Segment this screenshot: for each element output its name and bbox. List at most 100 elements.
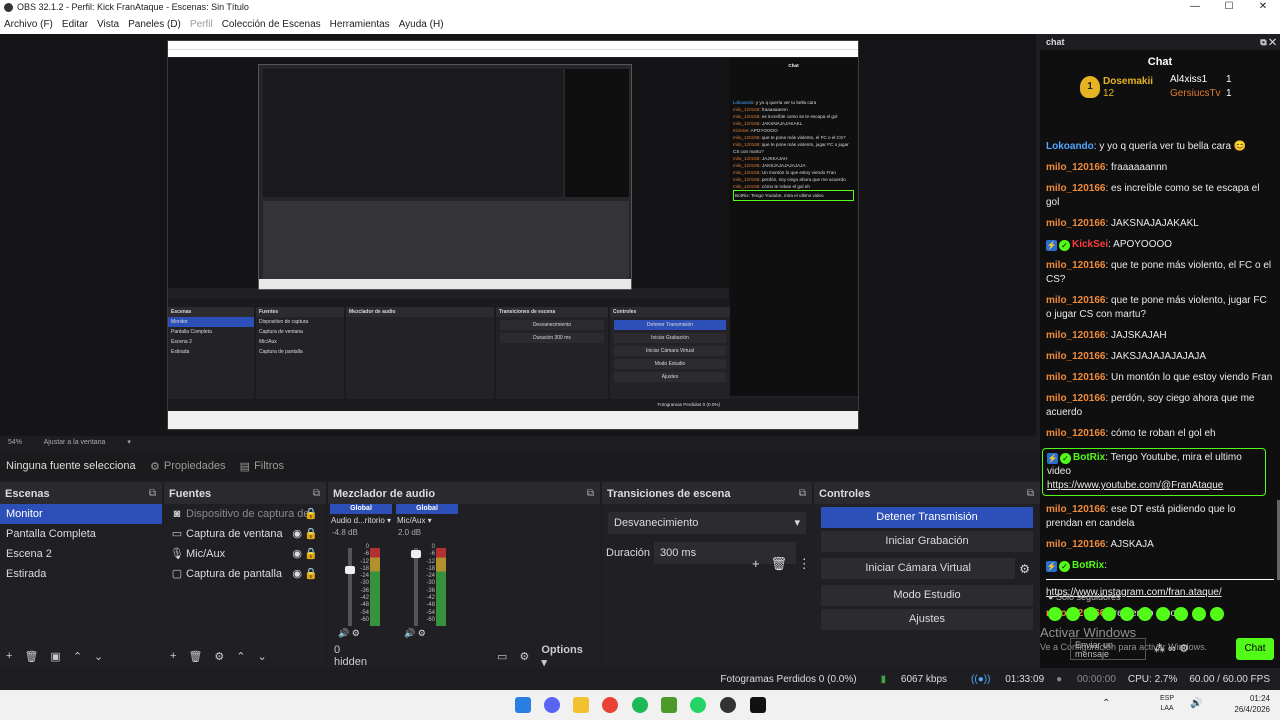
- emote-icon[interactable]: [1174, 607, 1188, 621]
- whatsapp-icon[interactable]: [690, 697, 706, 713]
- speaker-icon[interactable]: 🔊: [338, 628, 349, 638]
- lock-icon[interactable]: 🔒: [304, 524, 318, 544]
- maximize-button[interactable]: ☐: [1212, 0, 1246, 14]
- add-scene-button[interactable]: +: [6, 650, 12, 662]
- leader-name[interactable]: GersiucsTv: [1170, 88, 1221, 99]
- speaker-icon[interactable]: 🔊: [404, 628, 415, 638]
- filter-icon[interactable]: ▣: [50, 650, 60, 663]
- language-indicator[interactable]: ESP LAA: [1160, 694, 1174, 714]
- chat-username[interactable]: BotRix: [1073, 452, 1105, 463]
- chat-username[interactable]: milo_120166: [1046, 183, 1106, 194]
- menu-herramientas[interactable]: Herramientas: [330, 19, 390, 30]
- emote-icon[interactable]: [1102, 607, 1116, 621]
- minimize-button[interactable]: —: [1178, 0, 1212, 14]
- options-button[interactable]: Options ▾: [541, 644, 595, 669]
- menu-editar[interactable]: Editar: [62, 19, 88, 30]
- obs-icon[interactable]: [720, 697, 736, 713]
- eye-icon[interactable]: ◉: [292, 564, 302, 584]
- chat-username[interactable]: BotRix: [1072, 560, 1104, 571]
- gear-icon[interactable]: ⚙: [352, 628, 360, 638]
- emote-icon[interactable]: [1138, 607, 1152, 621]
- stop-streaming-button[interactable]: Detener Transmisión: [821, 507, 1033, 528]
- source-item-capture-device[interactable]: ◙ Dispositivo de captura de 🔒: [164, 504, 326, 524]
- emote-icon[interactable]: [1084, 607, 1098, 621]
- emote-icon[interactable]: [1048, 607, 1062, 621]
- channel-name[interactable]: Mic/Aux ▾: [396, 514, 458, 528]
- eye-icon[interactable]: ◉: [292, 524, 302, 544]
- properties-button[interactable]: ⚙ Propiedades: [150, 460, 226, 473]
- chat-username[interactable]: milo_120166: [1046, 295, 1106, 306]
- move-up-icon[interactable]: ⌃: [236, 650, 245, 663]
- scene-item-escena-2[interactable]: Escena 2: [0, 544, 162, 564]
- gear-icon[interactable]: ⚙: [1019, 562, 1030, 576]
- scene-item-pantalla-completa[interactable]: Pantalla Completa: [0, 524, 162, 544]
- chat-username[interactable]: milo_120166: [1046, 428, 1106, 439]
- tray-chevron-icon[interactable]: ⌃: [1102, 698, 1110, 709]
- start-recording-button[interactable]: Iniciar Grabación: [821, 531, 1033, 552]
- discord-icon[interactable]: [544, 697, 560, 713]
- menu-archivo[interactable]: Archivo (F): [4, 19, 53, 30]
- zoom-level[interactable]: 54%: [8, 439, 22, 446]
- menu-paneles[interactable]: Paneles (D): [128, 19, 181, 30]
- lock-icon[interactable]: 🔒: [304, 544, 318, 564]
- followers-only-toggle[interactable]: ● Solo seguidores: [1048, 592, 1120, 602]
- menu-ayuda[interactable]: Ayuda (H): [399, 19, 444, 30]
- chat-username[interactable]: milo_120166: [1046, 162, 1106, 173]
- move-down-icon[interactable]: ⌄: [258, 650, 267, 663]
- clock[interactable]: 01:24 26/4/2026: [1234, 693, 1270, 715]
- volume-slider[interactable]: [411, 548, 421, 626]
- undock-icon[interactable]: ⧉: [149, 484, 156, 504]
- gear-icon[interactable]: ⚙: [418, 628, 426, 638]
- chat-username[interactable]: milo_120166: [1046, 330, 1106, 341]
- chat-username[interactable]: milo_120166: [1046, 372, 1106, 383]
- chat-input[interactable]: Enviar un mensaje: [1070, 638, 1146, 660]
- start-virtual-camera-button[interactable]: Iniciar Cámara Virtual: [821, 558, 1016, 579]
- emote-icon[interactable]: [1120, 607, 1134, 621]
- volume-slider[interactable]: [345, 548, 355, 626]
- undock-icon[interactable]: ⧉: [313, 484, 320, 504]
- leader-name[interactable]: Al4xiss1: [1170, 74, 1207, 85]
- emote-icon[interactable]: [1156, 607, 1170, 621]
- transition-select[interactable]: Desvanecimiento ▾: [608, 512, 806, 534]
- chat-username[interactable]: milo_120166: [1046, 218, 1106, 229]
- slider-knob[interactable]: [345, 566, 355, 574]
- add-transition-button[interactable]: +: [752, 556, 760, 571]
- move-down-icon[interactable]: ⌄: [94, 650, 103, 663]
- channel-name[interactable]: Audio d...ritorio ▾: [330, 514, 392, 528]
- layout-icon[interactable]: ▭: [497, 650, 507, 663]
- minecraft-icon[interactable]: [661, 697, 677, 713]
- source-item-mic-aux[interactable]: 🎙 Mic/Aux ◉ 🔒: [164, 544, 326, 564]
- chrome-icon[interactable]: [602, 697, 618, 713]
- volume-icon[interactable]: 🔊: [1190, 698, 1202, 709]
- lock-icon[interactable]: 🔒: [304, 504, 318, 524]
- source-item-window-capture[interactable]: ▭ Captura de ventana ◉ 🔒: [164, 524, 326, 544]
- menu-coleccion-escenas[interactable]: Colección de Escenas: [222, 19, 321, 30]
- move-up-icon[interactable]: ⌃: [73, 650, 82, 663]
- chat-username[interactable]: milo_120166: [1046, 539, 1106, 550]
- lock-icon[interactable]: 🔒: [304, 564, 318, 584]
- undock-icon[interactable]: ⧉: [587, 484, 594, 504]
- emote-icon[interactable]: [1210, 607, 1224, 621]
- chat-username[interactable]: KickSei: [1072, 239, 1108, 250]
- youtube-link[interactable]: https://www.youtube.com/@FranAtaque: [1047, 480, 1223, 491]
- close-button[interactable]: ✕: [1246, 0, 1280, 14]
- filters-button[interactable]: ▤ Filtros: [240, 460, 284, 473]
- trash-icon[interactable]: 🗑: [24, 650, 38, 663]
- studio-mode-button[interactable]: Modo Estudio: [821, 585, 1033, 606]
- trash-icon[interactable]: 🗑: [188, 650, 202, 663]
- undock-icon[interactable]: ⧉: [799, 484, 806, 504]
- spotify-icon[interactable]: [632, 697, 648, 713]
- menu-vista[interactable]: Vista: [97, 19, 119, 30]
- slider-knob[interactable]: [411, 550, 421, 558]
- eye-icon[interactable]: ◉: [292, 544, 302, 564]
- gear-icon[interactable]: ⚙: [519, 650, 529, 663]
- undock-icon[interactable]: ⧉: [1027, 484, 1034, 504]
- chat-tools-icons[interactable]: ⁂ ∞ ⚙: [1154, 642, 1189, 655]
- emote-icon[interactable]: [1192, 607, 1206, 621]
- folder-icon[interactable]: [573, 697, 589, 713]
- zoom-fit[interactable]: Ajustar a la ventana: [44, 439, 106, 446]
- chat-send-button[interactable]: Chat: [1236, 638, 1274, 660]
- kick-app-icon[interactable]: [750, 697, 766, 713]
- settings-button[interactable]: Ajustes: [821, 609, 1033, 630]
- top-user[interactable]: Dosemakii: [1103, 76, 1153, 87]
